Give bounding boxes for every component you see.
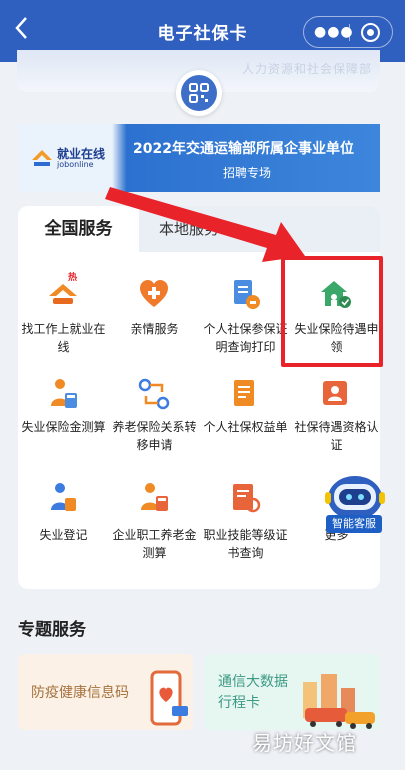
logo-sub: jobonline (57, 160, 94, 169)
service-label: 失业登记 (39, 528, 88, 542)
travel-card[interactable]: 通信大数据 行程卡 (205, 654, 380, 730)
capsule-divider (349, 24, 350, 41)
target-circle-icon[interactable] (361, 23, 380, 42)
qualification-cert-icon (323, 381, 347, 405)
service-item[interactable]: 个人社保权益单 (200, 374, 291, 464)
health-code-label: 防疫健康信息码 (31, 685, 129, 701)
banner-title: 2022年交通运输部所属企事业单位 (133, 141, 354, 157)
service-item[interactable]: 社保待遇资格认证 (291, 374, 382, 464)
health-code-card[interactable]: 防疫健康信息码 (18, 654, 193, 730)
service-item[interactable]: 养老保险关系转移申请 (109, 374, 200, 464)
tab-local-services[interactable]: 本地服务 (139, 206, 239, 252)
calculator-person-icon (51, 379, 77, 408)
health-phone-icon (150, 670, 188, 726)
card-org-text: 人力资源和社会保障部 (241, 62, 372, 76)
qr-code-button[interactable] (176, 70, 222, 116)
highlight-box (281, 256, 383, 367)
service-item[interactable]: 亲情服务 (109, 270, 200, 360)
service-label: 失业保险金测算 (21, 420, 106, 434)
section-title: 专题服务 (18, 620, 86, 640)
service-label: 亲情服务 (130, 322, 179, 336)
skill-certificate-icon (233, 484, 261, 513)
service-label: 职业技能等级证书查询 (203, 528, 288, 560)
watermark-text: 易坊好文馆 (252, 731, 357, 755)
tab-national-services[interactable]: 全国服务 (18, 206, 139, 252)
recruitment-banner[interactable]: 就业在线 jobonline 2022年交通运输部所属企事业单位 招聘专场 (18, 124, 380, 192)
service-label: 社保待遇资格认证 (294, 420, 379, 452)
qr-code-icon (181, 75, 217, 111)
service-item[interactable]: 失业登记 (18, 478, 109, 568)
heart-plus-icon (140, 280, 168, 307)
service-item[interactable]: 职业技能等级证书查询 (200, 478, 291, 568)
service-item[interactable]: 个人社保参保证明查询打印 (200, 270, 291, 360)
service-item[interactable]: 企业职工养老金测算 (109, 478, 200, 568)
transfer-route-icon (138, 378, 170, 410)
banner-subtitle: 招聘专场 (223, 166, 272, 180)
print-certificate-icon (234, 280, 260, 309)
unemployment-register-icon (51, 483, 76, 511)
travel-card-label-line2: 行程卡 (218, 695, 260, 711)
service-label: 找工作上就业在线 (21, 322, 106, 354)
service-item[interactable]: 失业保险金测算 (18, 374, 109, 464)
service-label: 养老保险关系转移申请 (112, 420, 197, 452)
service-label: 个人社保权益单 (203, 420, 288, 434)
pension-calc-icon (141, 483, 168, 511)
jobonline-logo: 就业在线 jobonline (30, 142, 114, 174)
more-dots-icon[interactable]: ●●● (314, 23, 353, 41)
city-vehicles-icon (303, 674, 375, 729)
mini-program-capsule: ●●● (303, 16, 393, 48)
travel-card-label-line1: 通信大数据 (218, 674, 288, 690)
service-item[interactable]: 热 找工作上就业在线 (18, 270, 109, 360)
rights-document-icon (234, 380, 254, 406)
assistant-label[interactable]: 智能客服 (326, 515, 382, 533)
hot-badge: 热 (68, 273, 78, 283)
service-label: 企业职工养老金测算 (112, 528, 197, 560)
service-label: 个人社保参保证明查询打印 (203, 322, 288, 354)
